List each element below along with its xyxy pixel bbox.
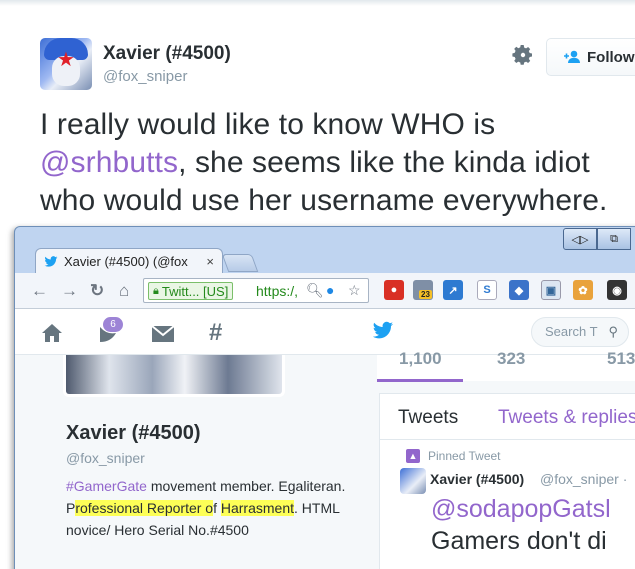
- lock-icon: 🔒︎: [153, 284, 159, 297]
- share-icon[interactable]: ↗: [443, 280, 463, 300]
- search-input[interactable]: Search T ⚲: [531, 317, 629, 347]
- url-text: https:/,: [256, 283, 299, 299]
- forward-icon[interactable]: →: [61, 281, 78, 301]
- tweet-text: I really would like to know WHO is @srhbu…: [40, 106, 635, 220]
- stat-followers[interactable]: 513: [607, 349, 635, 369]
- zoom-icon[interactable]: 🔍︎: [306, 282, 324, 299]
- stat-tweets[interactable]: 1,100: [399, 349, 442, 369]
- back-icon[interactable]: ←: [31, 281, 48, 301]
- profile-name[interactable]: Xavier (#4500): [66, 422, 201, 445]
- follow-label: Follow: [587, 48, 635, 66]
- extension-badge-icon[interactable]: 23: [413, 280, 433, 300]
- maximize-button[interactable]: ⧉: [597, 228, 631, 250]
- stat-following[interactable]: 323: [497, 349, 525, 369]
- home-nav-icon[interactable]: [41, 323, 63, 343]
- user-handle[interactable]: @fox_sniper: [103, 68, 187, 85]
- bio-hashtag[interactable]: #GamerGate: [66, 478, 147, 494]
- star-icon[interactable]: ☆: [348, 282, 361, 299]
- browser-toolbar: ← → ↻ ⌂ 🔒︎ Twitt... [US] https:/, 🔍︎ ● ☆…: [15, 273, 635, 309]
- tweet-card: ★ Xavier (#4500) @fox_sniper Follow I re…: [0, 0, 635, 230]
- notification-count: 6: [103, 317, 123, 332]
- divider: [0, 0, 635, 6]
- ev-certificate-badge[interactable]: 🔒︎ Twitt... [US]: [148, 282, 234, 300]
- tweet-text-part1: I really would like to know WHO is: [40, 108, 496, 141]
- extension-badge-count: 23: [419, 290, 432, 299]
- pinned-text: Pinned Tweet: [428, 449, 501, 463]
- avatar[interactable]: ★: [40, 38, 92, 90]
- bio-highlight-2: Harrasment: [220, 500, 295, 516]
- image-icon[interactable]: ▣: [541, 280, 561, 300]
- pin-icon: ▲: [406, 449, 420, 463]
- active-stat-indicator: [377, 379, 463, 382]
- reload-icon[interactable]: ↻: [90, 281, 104, 301]
- search-icon[interactable]: ⚲: [608, 318, 618, 346]
- network-icon[interactable]: ◆: [509, 280, 529, 300]
- follow-button[interactable]: Follow: [546, 38, 635, 76]
- moments-icon[interactable]: #: [209, 319, 222, 347]
- bio-highlight-1: rofessional Reporter o: [75, 500, 214, 516]
- bio-text-2: f: [213, 500, 221, 516]
- address-bar[interactable]: 🔒︎ Twitt... [US] https:/, 🔍︎ ● ☆: [143, 278, 369, 303]
- messages-icon[interactable]: [151, 325, 175, 343]
- browser-window: ◁▷ ⧉ Xavier (#4500) (@fox × ← → ↻ ⌂ 🔒︎ T…: [14, 226, 635, 569]
- tweet-mention[interactable]: @sodapopGatsl: [431, 495, 611, 524]
- avatar[interactable]: [400, 468, 426, 494]
- tab-tweets-replies[interactable]: Tweets & replies: [498, 407, 635, 429]
- twitter-nav: 6 # Search T ⚲: [15, 309, 635, 355]
- adblock-icon[interactable]: ●: [384, 280, 404, 300]
- search-placeholder: Search T: [545, 324, 598, 339]
- tab-close-icon[interactable]: ×: [206, 254, 214, 269]
- timeline: Tweets Tweets & replies ▲ Pinned Tweet X…: [379, 393, 635, 569]
- glasses-icon[interactable]: ◉: [607, 280, 627, 300]
- profile-handle[interactable]: @fox_sniper: [66, 450, 145, 466]
- gear-icon[interactable]: [511, 43, 535, 67]
- extension-action-icon[interactable]: ●: [326, 282, 334, 298]
- twitter-tab-icon: [44, 255, 58, 267]
- tab-tweets[interactable]: Tweets: [398, 407, 458, 429]
- tweet-author-name[interactable]: Xavier (#4500): [430, 471, 524, 487]
- mention-link[interactable]: @srhbutts: [40, 146, 178, 179]
- profile-stats: 1,100 323 513: [377, 349, 635, 381]
- tab-title: Xavier (#4500) (@fox: [64, 254, 188, 269]
- twitter-bird-icon[interactable]: [372, 321, 394, 341]
- twitter-page: 6 # Search T ⚲ 1,100 323 513 Xavier (#45…: [15, 309, 635, 569]
- tweet-author-handle[interactable]: @fox_sniper ·: [540, 471, 627, 487]
- basket-icon[interactable]: ✿: [573, 280, 593, 300]
- browser-tab[interactable]: Xavier (#4500) (@fox ×: [35, 248, 223, 274]
- display-name[interactable]: Xavier (#4500): [103, 43, 231, 65]
- tweet-body: Gamers don't di: [431, 527, 607, 555]
- window-controls: ◁▷ ⧉: [563, 228, 631, 250]
- new-tab-button[interactable]: [221, 254, 259, 272]
- skype-icon[interactable]: S: [477, 280, 497, 300]
- pinned-tweet-label: ▲ Pinned Tweet: [406, 449, 501, 463]
- profile-bio: #GamerGate movement member. Egaliteran. …: [66, 475, 366, 541]
- follow-plus-icon: [564, 50, 580, 63]
- timeline-tabs: Tweets Tweets & replies: [380, 394, 635, 440]
- restore-button[interactable]: ◁▷: [563, 228, 597, 250]
- profile-image[interactable]: [63, 355, 285, 397]
- ev-label: Twitt... [US]: [161, 283, 229, 299]
- home-icon[interactable]: ⌂: [119, 281, 129, 301]
- star-emblem-icon: ★: [57, 49, 75, 71]
